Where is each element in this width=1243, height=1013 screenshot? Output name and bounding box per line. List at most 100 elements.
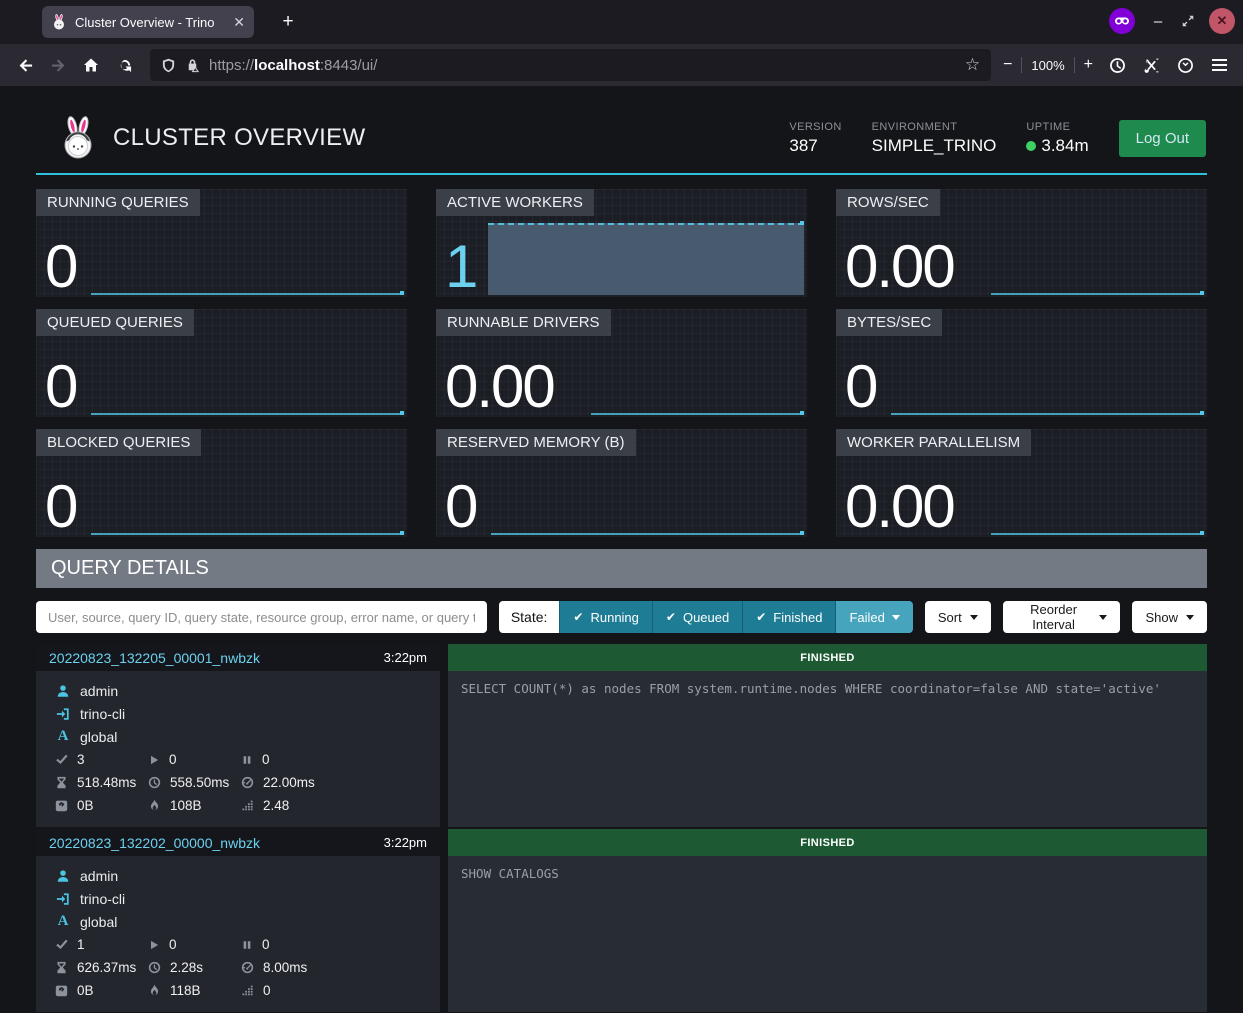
bookmark-star-icon[interactable]: ☆ bbox=[965, 55, 980, 75]
stat-label: QUEUED QUERIES bbox=[36, 309, 194, 336]
url-bar[interactable]: https://localhost:8443/ui/ ☆ bbox=[150, 49, 991, 81]
gauge-icon bbox=[241, 961, 254, 974]
status-dot bbox=[1026, 141, 1036, 151]
uptime-label: UPTIME bbox=[1026, 121, 1088, 133]
uptime-value: 3.84m bbox=[1026, 136, 1088, 156]
query-info-panel: admin trino-cli Aglobal 1 0 0 626.37ms 2… bbox=[36, 856, 440, 1012]
query-id-link[interactable]: 20220823_132205_00001_nwbzk bbox=[49, 650, 260, 666]
state-filter-finished[interactable]: ✔Finished bbox=[742, 601, 835, 633]
sparkline bbox=[91, 293, 404, 295]
version-value: 387 bbox=[789, 136, 841, 156]
query-source: trino-cli bbox=[80, 706, 125, 722]
query-id-link[interactable]: 20220823_132202_00000_nwbzk bbox=[49, 835, 260, 851]
stat-card-reserved-memory: RESERVED MEMORY (B) 0 bbox=[436, 429, 807, 537]
query-row: 20220823_132205_00001_nwbzk 3:22pm FINIS… bbox=[36, 644, 1207, 827]
forward-button[interactable] bbox=[43, 50, 73, 80]
url-text[interactable]: https://localhost:8443/ui/ bbox=[209, 57, 956, 74]
new-tab-button[interactable]: + bbox=[274, 8, 302, 36]
screenshot-button[interactable] bbox=[1137, 51, 1165, 79]
sort-dropdown[interactable]: Sort bbox=[925, 601, 991, 633]
sparkline bbox=[991, 293, 1204, 295]
window-minimize-button[interactable]: – bbox=[1149, 13, 1167, 30]
cluster-stats-grid: RUNNING QUERIES 0 ACTIVE WORKERS 1 ROWS/… bbox=[36, 189, 1207, 537]
private-browsing-badge bbox=[1109, 8, 1135, 34]
trino-favicon bbox=[51, 14, 67, 30]
zoom-level[interactable]: 100% bbox=[1031, 58, 1064, 73]
logout-button[interactable]: Log Out bbox=[1119, 120, 1206, 157]
current-memory: 0B bbox=[55, 794, 148, 817]
sparkline-marker bbox=[1200, 411, 1204, 415]
page-header: CLUSTER OVERVIEW VERSION 387 ENVIRONMENT… bbox=[36, 86, 1207, 160]
peak-memory: 108B bbox=[148, 794, 241, 817]
check-icon: ✔ bbox=[756, 610, 766, 624]
window-close-button[interactable]: ✕ bbox=[1209, 8, 1235, 34]
sparkline-marker bbox=[800, 221, 804, 225]
reorder-interval-dropdown[interactable]: Reorder Interval bbox=[1003, 601, 1121, 633]
query-row: 20220823_132202_00000_nwbzk 3:22pm FINIS… bbox=[36, 829, 1207, 1012]
stat-card-bytes-sec: BYTES/SEC 0 bbox=[836, 309, 1207, 417]
stat-label: ROWS/SEC bbox=[836, 189, 940, 216]
browser-tab[interactable]: Cluster Overview - Trino ✕ bbox=[42, 6, 254, 38]
stat-value: 0.00 bbox=[845, 235, 954, 300]
insecure-lock-icon[interactable] bbox=[185, 58, 200, 73]
state-filter-group: State: ✔Running ✔Queued ✔Finished Failed bbox=[499, 601, 913, 633]
zoom-out-button[interactable]: − bbox=[1003, 56, 1012, 74]
environment-block: ENVIRONMENT SIMPLE_TRINO bbox=[872, 121, 997, 156]
clock-icon bbox=[148, 961, 161, 974]
stat-label: BYTES/SEC bbox=[836, 309, 942, 336]
state-filter-failed-dropdown[interactable]: Failed bbox=[835, 601, 912, 633]
sparkline-marker bbox=[400, 531, 404, 535]
home-button[interactable] bbox=[76, 50, 106, 80]
history-button[interactable] bbox=[1103, 51, 1131, 79]
state-filter-label: State: bbox=[499, 601, 560, 633]
sparkline-marker bbox=[400, 291, 404, 295]
stat-value: 1 bbox=[445, 235, 476, 300]
stat-value: 0 bbox=[45, 355, 76, 420]
gauge-icon bbox=[241, 776, 254, 789]
divider bbox=[1021, 57, 1022, 73]
back-button[interactable] bbox=[10, 50, 40, 80]
stat-card-active-workers: ACTIVE WORKERS 1 bbox=[436, 189, 807, 297]
sparkline-marker bbox=[800, 531, 804, 535]
state-filter-running[interactable]: ✔Running bbox=[559, 601, 652, 633]
query-list: 20220823_132205_00001_nwbzk 3:22pm FINIS… bbox=[36, 644, 1207, 1012]
show-dropdown[interactable]: Show bbox=[1132, 601, 1207, 633]
check-icon: ✔ bbox=[666, 610, 676, 624]
query-search-input[interactable] bbox=[36, 601, 487, 633]
stat-value: 0.00 bbox=[445, 355, 554, 420]
state-filter-queued[interactable]: ✔Queued bbox=[652, 601, 742, 633]
tab-title: Cluster Overview - Trino bbox=[75, 15, 225, 30]
menu-button[interactable] bbox=[1205, 51, 1233, 79]
version-label: VERSION bbox=[789, 121, 841, 133]
pause-icon bbox=[241, 754, 253, 766]
query-filter-toolbar: State: ✔Running ✔Queued ✔Finished Failed… bbox=[36, 601, 1207, 633]
running-splits: 0 bbox=[148, 748, 241, 771]
stat-card-runnable-drivers: RUNNABLE DRIVERS 0.00 bbox=[436, 309, 807, 417]
tracking-shield-icon[interactable] bbox=[161, 58, 176, 73]
pocket-button[interactable] bbox=[1171, 51, 1199, 79]
window-maximize-button[interactable] bbox=[1181, 14, 1195, 28]
scale-icon bbox=[55, 984, 68, 997]
cumulative-chart-icon bbox=[241, 984, 254, 997]
query-sql-text: SHOW CATALOGS bbox=[448, 856, 1207, 1012]
user-icon bbox=[55, 869, 71, 883]
queued-splits: 0 bbox=[241, 748, 430, 771]
stat-label: RUNNABLE DRIVERS bbox=[436, 309, 611, 336]
wall-time: 518.48ms bbox=[55, 771, 148, 794]
tab-close-icon[interactable]: ✕ bbox=[233, 15, 245, 29]
query-sql-text: SELECT COUNT(*) as nodes FROM system.run… bbox=[448, 671, 1207, 827]
peak-memory: 118B bbox=[148, 979, 241, 1002]
stat-card-queued-queries: QUEUED QUERIES 0 bbox=[36, 309, 407, 417]
sparkline bbox=[91, 533, 404, 535]
stat-card-rows-sec: ROWS/SEC 0.00 bbox=[836, 189, 1207, 297]
browser-tab-bar: Cluster Overview - Trino ✕ + – ✕ bbox=[0, 0, 1243, 44]
check-icon: ✔ bbox=[573, 610, 583, 624]
environment-label: ENVIRONMENT bbox=[872, 121, 997, 133]
reload-button[interactable] bbox=[109, 50, 139, 80]
zoom-in-button[interactable]: + bbox=[1084, 56, 1093, 74]
fire-icon bbox=[148, 984, 161, 997]
cpu-time: 8.00ms bbox=[241, 956, 430, 979]
query-status-badge: FINISHED bbox=[448, 644, 1207, 671]
resource-group-icon: A bbox=[55, 913, 71, 930]
stat-value: 0.00 bbox=[845, 475, 954, 540]
